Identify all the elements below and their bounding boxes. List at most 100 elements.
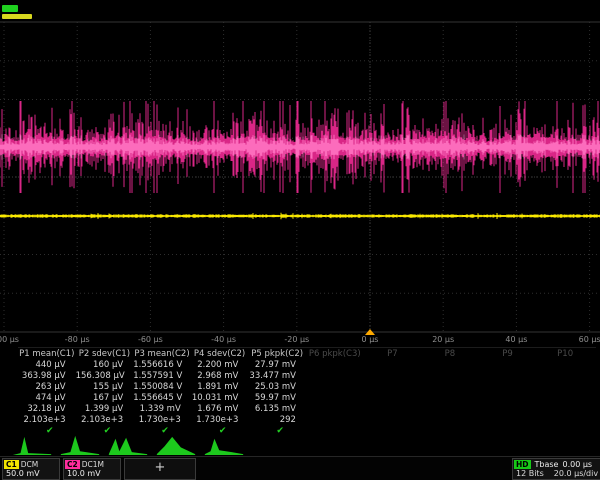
measurement-value: [306, 382, 364, 393]
x-axis-label: -100 µs: [0, 335, 19, 344]
measurement-value: [479, 415, 537, 426]
histicon-shape: [13, 437, 51, 455]
measurement-header-p10[interactable]: P10: [536, 348, 594, 360]
measurement-header-p8[interactable]: P8: [421, 348, 479, 360]
measurement-status-check-icon: [306, 426, 364, 437]
measurement-value: 2.968 mV: [191, 371, 249, 382]
add-trace-button[interactable]: +: [124, 458, 196, 480]
trigger-time-marker-icon[interactable]: [365, 329, 375, 335]
measurement-value: 1.339 mV: [133, 404, 191, 415]
histicon[interactable]: [202, 433, 246, 456]
status-led-yellow-icon: [2, 14, 32, 19]
measurement-status-check-icon: [364, 426, 422, 437]
measurement-value: [536, 415, 594, 426]
measurement-value: [306, 393, 364, 404]
measurement-row: 363.98 µV156.308 µV1.557591 V2.968 mV33.…: [18, 371, 596, 382]
measurement-value: [536, 382, 594, 393]
oscilloscope-screen: -100 µs-80 µs-60 µs-40 µs-20 µs0 µs20 µs…: [0, 0, 600, 480]
measurement-value: [421, 382, 479, 393]
status-indicators: [2, 5, 32, 19]
timebase-descriptor[interactable]: HD Tbase 0.00 µs 12 Bits 20.0 µs/div: [512, 458, 600, 480]
measurement-value: 1.730e+3: [133, 415, 191, 426]
channel-scale: 50.0 mV: [3, 469, 59, 479]
timebase-scale: 20.0 µs/div: [554, 469, 598, 479]
measurement-value: [364, 371, 422, 382]
channel-chip: C2: [65, 460, 80, 469]
measurement-value: 1.676 mV: [191, 404, 249, 415]
measurement-value: [364, 360, 422, 371]
measurement-header-p3[interactable]: P3 mean(C2): [133, 348, 191, 360]
measurement-value: 1.550084 V: [133, 382, 191, 393]
timebase-offset: 0.00 µs: [562, 460, 592, 469]
measurement-value: [364, 404, 422, 415]
measurement-value: [306, 404, 364, 415]
measurement-header-p1[interactable]: P1 mean(C1): [18, 348, 76, 360]
measurement-value: [479, 404, 537, 415]
measurement-value: [536, 360, 594, 371]
measurement-value: [364, 415, 422, 426]
measurement-header-row: P1 mean(C1)P2 sdev(C1)P3 mean(C2)P4 sdev…: [18, 348, 596, 360]
measurement-status-check-icon: ✔: [248, 426, 306, 437]
histicon-shape: [205, 439, 243, 455]
measurement-header-p2[interactable]: P2 sdev(C1): [76, 348, 134, 360]
measurement-value: 10.031 mV: [191, 393, 249, 404]
measurement-value: 25.03 mV: [248, 382, 306, 393]
coupling-label: DCM: [21, 460, 38, 469]
measurement-row: 440 µV160 µV1.556616 V2.200 mV27.97 mV: [18, 360, 596, 371]
measurement-value: 6.135 mV: [248, 404, 306, 415]
measurement-value: [479, 382, 537, 393]
measurement-value: [421, 404, 479, 415]
histicon-shape: [109, 438, 147, 455]
measurement-value: 27.97 mV: [248, 360, 306, 371]
x-axis-label: -20 µs: [284, 335, 309, 344]
channel-chip: C1: [4, 460, 19, 469]
measurement-value: 32.18 µV: [18, 404, 76, 415]
measurement-value: 1.399 µV: [76, 404, 134, 415]
measurement-value: [421, 415, 479, 426]
measurement-value: [306, 360, 364, 371]
measurement-status-check-icon: [479, 426, 537, 437]
histicon[interactable]: [58, 433, 102, 456]
measurement-header-p9[interactable]: P9: [479, 348, 537, 360]
measurement-header-p4[interactable]: P4 sdev(C2): [191, 348, 249, 360]
measurement-row: 32.18 µV1.399 µV1.339 mV1.676 mV6.135 mV: [18, 404, 596, 415]
measurement-value: 1.891 mV: [191, 382, 249, 393]
hd-badge: HD: [514, 460, 531, 469]
measurement-value: 2.103e+3: [18, 415, 76, 426]
measurement-value: [536, 371, 594, 382]
measurement-value: 167 µV: [76, 393, 134, 404]
measurement-value: [421, 371, 479, 382]
measurement-value: [479, 371, 537, 382]
measurement-value: 155 µV: [76, 382, 134, 393]
measurement-value: 1.556616 V: [133, 360, 191, 371]
histicon-shape: [61, 436, 99, 455]
measurement-value: [479, 360, 537, 371]
measurement-row: 263 µV155 µV1.550084 V1.891 mV25.03 mV: [18, 382, 596, 393]
measurement-value: [306, 371, 364, 382]
measurement-header-p7[interactable]: P7: [364, 348, 422, 360]
channel-descriptor-c1[interactable]: C1DCM50.0 mV: [2, 458, 60, 480]
histicon[interactable]: [106, 433, 150, 456]
measurement-value: 292: [248, 415, 306, 426]
measurement-value: [421, 393, 479, 404]
measurement-value: 1.556645 V: [133, 393, 191, 404]
x-axis-label: -80 µs: [65, 335, 90, 344]
measurement-value: 263 µV: [18, 382, 76, 393]
measurement-table: P1 mean(C1)P2 sdev(C1)P3 mean(C2)P4 sdev…: [18, 347, 596, 437]
x-axis-label: -40 µs: [211, 335, 236, 344]
channel-descriptor-c2[interactable]: C2DC1M10.0 mV: [63, 458, 121, 480]
histicon[interactable]: [154, 433, 198, 456]
histicon-shape: [157, 437, 195, 455]
histicon[interactable]: [10, 433, 54, 456]
measurement-value: 474 µV: [18, 393, 76, 404]
measurement-value: [364, 382, 422, 393]
measurement-value: [536, 404, 594, 415]
measurement-value: [536, 393, 594, 404]
measurement-header-p5[interactable]: P5 pkpk(C2): [248, 348, 306, 360]
measurement-value: 1.730e+3: [191, 415, 249, 426]
measurement-histicons: [10, 433, 246, 456]
measurement-value: 363.98 µV: [18, 371, 76, 382]
x-axis-label: -60 µs: [138, 335, 163, 344]
x-axis-label: 60 µs: [579, 335, 600, 344]
measurement-header-p6[interactable]: P6 pkpk(C3): [306, 348, 364, 360]
